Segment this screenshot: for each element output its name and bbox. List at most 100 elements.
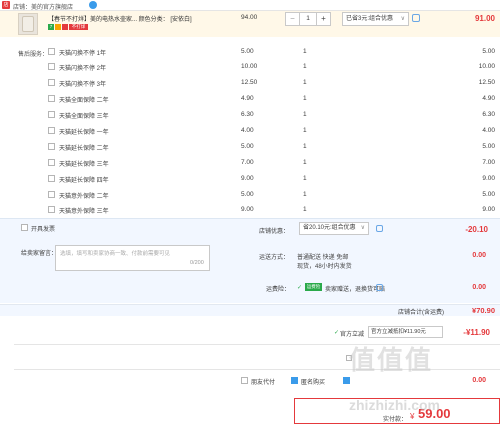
service-checkbox[interactable] (48, 143, 55, 150)
currency-symbol: ¥ (410, 412, 415, 421)
service-qty: 1 (303, 191, 307, 198)
service-name: 天猫意外保障 二年 (59, 194, 109, 200)
service-checkbox[interactable] (48, 127, 55, 134)
chat-icon[interactable] (89, 1, 97, 9)
shop-total-value: ¥70.90 (472, 306, 495, 315)
item-discount-value: 已省3元:组合优惠 (346, 16, 394, 22)
invoice-checkbox[interactable] (21, 224, 28, 231)
service-row: 天猫闪换不停 1年 5.00 1 5.00 (0, 46, 500, 59)
installment-icon (62, 24, 68, 30)
unit-price: 94.00 (241, 14, 258, 21)
service-sum: 4.00 (482, 127, 495, 134)
service-sum: 10.00 (478, 63, 495, 70)
service-row: 天猫闪换不停 2年 10.00 1 10.00 (0, 61, 500, 74)
service-row: 天猫延长保障 一年 4.00 1 4.00 (0, 125, 500, 138)
chevron-down-icon: ∨ (360, 225, 365, 231)
service-checkbox[interactable] (48, 79, 55, 86)
message-char-count: 0/200 (190, 260, 204, 266)
service-price: 4.90 (241, 95, 254, 102)
tmall-discount-value: -¥11.90 (463, 328, 490, 337)
service-qty: 1 (303, 206, 307, 213)
service-name: 天猫延长保障 三年 (59, 162, 109, 168)
service-qty: 1 (303, 143, 307, 150)
service-checkbox[interactable] (48, 206, 55, 213)
service-row: 天猫全面保障 二年 4.90 1 4.90 (0, 93, 500, 106)
service-row: 天猫延长保障 四年 9.00 1 9.00 (0, 173, 500, 186)
service-qty: 1 (303, 48, 307, 55)
service-price: 6.30 (241, 111, 254, 118)
watermark-logo: 值值值 (349, 345, 434, 375)
item-discount-select[interactable]: 已省3元:组合优惠 ∨ (342, 12, 409, 26)
service-name: 天猫闪换不停 1年 (59, 51, 107, 57)
service-row: 天猫延长保障 三年 7.00 1 7.00 (0, 157, 500, 170)
service-checkbox[interactable] (48, 175, 55, 182)
tmall-discount-select[interactable]: 官方立减抵扣¥11.90元 (368, 326, 443, 338)
service-sum: 5.00 (482, 191, 495, 198)
shop-total-label: 店铺合计(含运费) (398, 310, 444, 316)
product-title-link[interactable]: 【春节不打烊】美的电热水壶家... 颜色分类： [安依白] (48, 14, 192, 23)
friend-pay-label: 朋友代付 (251, 380, 276, 386)
service-name: 天猫延长保障 二年 (59, 146, 109, 152)
service-row: 天猫意外保障 二年 5.00 1 5.00 (0, 189, 500, 202)
increase-button[interactable]: + (316, 13, 330, 25)
tmall-discount-label: 官方立减 (340, 332, 365, 338)
insurance-fee: 0.00 (472, 284, 486, 291)
service-sum: 9.00 (482, 206, 495, 213)
service-qty: 1 (303, 95, 307, 102)
service-checkbox[interactable] (48, 63, 55, 70)
service-price: 5.00 (241, 191, 254, 198)
service-qty: 1 (303, 159, 307, 166)
quantity-input[interactable]: 1 (300, 13, 316, 25)
check-icon[interactable]: ✓ (334, 329, 339, 336)
service-name: 天猫全面保障 三年 (59, 114, 109, 120)
service-price: 7.00 (241, 159, 254, 166)
service-row: 天猫延长保障 二年 5.00 1 5.00 (0, 141, 500, 154)
message-label: 给卖家留言： (21, 251, 58, 257)
shop-name-link[interactable]: 店铺：美的官方旗舰店 (13, 2, 73, 11)
service-checkbox[interactable] (48, 111, 55, 118)
service-price: 4.00 (241, 127, 254, 134)
service-price: 12.50 (241, 79, 258, 86)
service-checkbox[interactable] (48, 48, 55, 55)
service-price: 9.00 (241, 175, 254, 182)
quantity-stepper: − 1 + (285, 12, 331, 26)
option-checkbox[interactable] (343, 377, 350, 384)
shop-discount-value: -20.10 (465, 225, 488, 234)
shop-bar (0, 0, 500, 11)
shop-discount-option: 省20.10元:组合优惠 (303, 225, 356, 231)
shop-discount-select[interactable]: 省20.10元:组合优惠 ∨ (299, 222, 369, 235)
service-price: 10.00 (241, 63, 258, 70)
service-price: 9.00 (241, 206, 254, 213)
chat-bubble-icon[interactable] (412, 14, 420, 22)
chat-bubble-icon[interactable] (376, 225, 383, 232)
service-sum: 6.30 (482, 111, 495, 118)
service-row: 天猫闪换不停 3年 12.50 1 12.50 (0, 77, 500, 90)
service-price: 5.00 (241, 143, 254, 150)
chat-bubble-icon[interactable] (376, 284, 383, 291)
shipping-note: 现货，48小时内发货 (297, 264, 352, 270)
service-sum: 7.00 (482, 159, 495, 166)
shop-icon: 店 (2, 1, 10, 9)
final-total-label: 实付款： (383, 417, 408, 423)
anonymous-label: 匿名购买 (301, 380, 326, 386)
service-checkbox[interactable] (48, 95, 55, 102)
anonymous-checkbox[interactable] (291, 377, 298, 384)
service-name: 天猫延长保障 一年 (59, 130, 109, 136)
friend-pay-checkbox[interactable] (241, 377, 248, 384)
service-qty: 1 (303, 175, 307, 182)
message-textarea[interactable]: 选填，填写和卖家协商一致、付款前需要可见 (55, 245, 210, 271)
shipping-method: 普通配送 快递 免邮 (297, 255, 349, 261)
chevron-down-icon: ∨ (400, 16, 405, 22)
service-qty: 1 (303, 79, 307, 86)
service-checkbox[interactable] (48, 159, 55, 166)
service-name: 天猫闪换不停 2年 (59, 66, 107, 72)
service-name: 天猫闪换不停 3年 (59, 82, 107, 88)
insurance-label: 运费险： (266, 287, 291, 293)
guarantee-icon (55, 24, 61, 30)
decrease-button[interactable]: − (286, 13, 300, 25)
item-total: 91.00 (474, 14, 495, 23)
shipping-fee: 0.00 (472, 252, 486, 259)
service-checkbox[interactable] (48, 191, 55, 198)
service-row: 天猫意外保障 三年 9.00 1 9.00 (0, 204, 500, 217)
service-sum: 4.90 (482, 95, 495, 102)
